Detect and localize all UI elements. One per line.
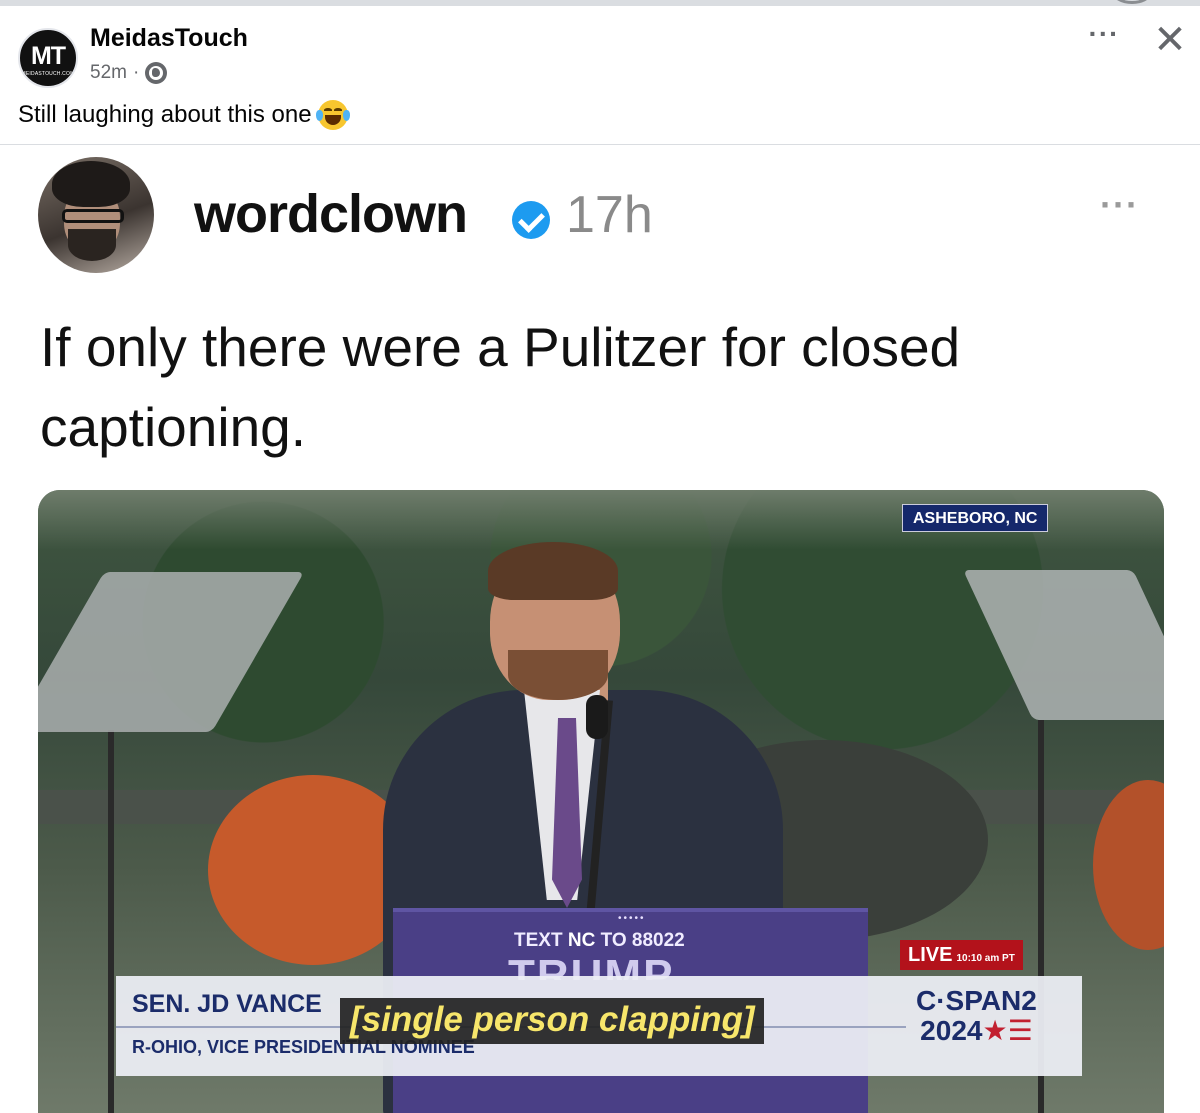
- location-tag: ASHEBORO, NC: [902, 504, 1049, 532]
- podium-stars: •••••: [618, 913, 646, 924]
- verified-badge-icon: [512, 201, 550, 239]
- avatar-logo-subtext: MEIDASTOUCH.COM: [21, 71, 75, 77]
- network-year-line: 2024★☰: [916, 1016, 1037, 1046]
- podium-text-pre: TEXT: [514, 930, 568, 951]
- caption-text: Still laughing about this one: [18, 101, 312, 128]
- post-meta: 52m ·: [90, 60, 168, 86]
- speaker-name: SEN. JD VANCE: [132, 990, 322, 1018]
- post-timestamp[interactable]: 52m: [90, 62, 127, 84]
- embedded-more-icon: ···: [1100, 184, 1139, 225]
- post-caption: Still laughing about this one: [18, 100, 350, 130]
- microphone-icon: [586, 695, 608, 739]
- body-line-2: captioning.: [40, 396, 307, 458]
- page-avatar[interactable]: MT MEIDASTOUCH.COM: [18, 28, 78, 88]
- top-divider: [0, 0, 1200, 6]
- flag-icon: ★☰: [982, 1015, 1033, 1046]
- podium-sign-text: TEXT NC TO 88022: [514, 930, 685, 952]
- teleprompter-pole-left: [108, 730, 114, 1113]
- live-badge: LIVE 10:10 am PT: [900, 940, 1023, 970]
- live-label: LIVE: [908, 944, 953, 966]
- network-name: C·SPAN2: [916, 985, 1037, 1016]
- podium-text-post: TO 88022: [595, 930, 685, 951]
- speaker-hair: [488, 542, 618, 600]
- page-name-link[interactable]: MeidasTouch: [90, 24, 248, 53]
- more-options-button[interactable]: ···: [1082, 20, 1126, 54]
- speaker-beard: [508, 650, 608, 700]
- laughing-emoji-icon: [315, 100, 350, 130]
- post-age: 17h: [566, 186, 653, 244]
- video-still: ••••• TEXT NC TO 88022 TRUMP ASHEBORO, N…: [38, 490, 1164, 1113]
- network-year: 2024: [920, 1015, 983, 1046]
- close-button[interactable]: ✕: [1148, 20, 1192, 64]
- live-time: 10:10 am PT: [956, 953, 1015, 964]
- author-avatar: [38, 157, 154, 273]
- closed-caption: [single person clapping]: [340, 998, 765, 1044]
- shared-image[interactable]: wordclown 17h ··· If only there were a P…: [0, 145, 1200, 1113]
- globe-icon[interactable]: [145, 62, 168, 84]
- author-username: wordclown: [194, 184, 468, 244]
- embedded-post-text: If only there were a Pulitzer for closed…: [40, 307, 1140, 467]
- post-header: MT MEIDASTOUCH.COM MeidasTouch 52m · ···…: [0, 14, 1200, 98]
- avatar-logo-text: MT: [30, 42, 66, 70]
- meta-separator: ·: [132, 62, 140, 83]
- cspan-logo: C·SPAN2 2024★☰: [916, 986, 1037, 1046]
- podium-text-nc: NC: [567, 930, 596, 951]
- body-line-1: If only there were a Pulitzer for closed: [40, 316, 961, 378]
